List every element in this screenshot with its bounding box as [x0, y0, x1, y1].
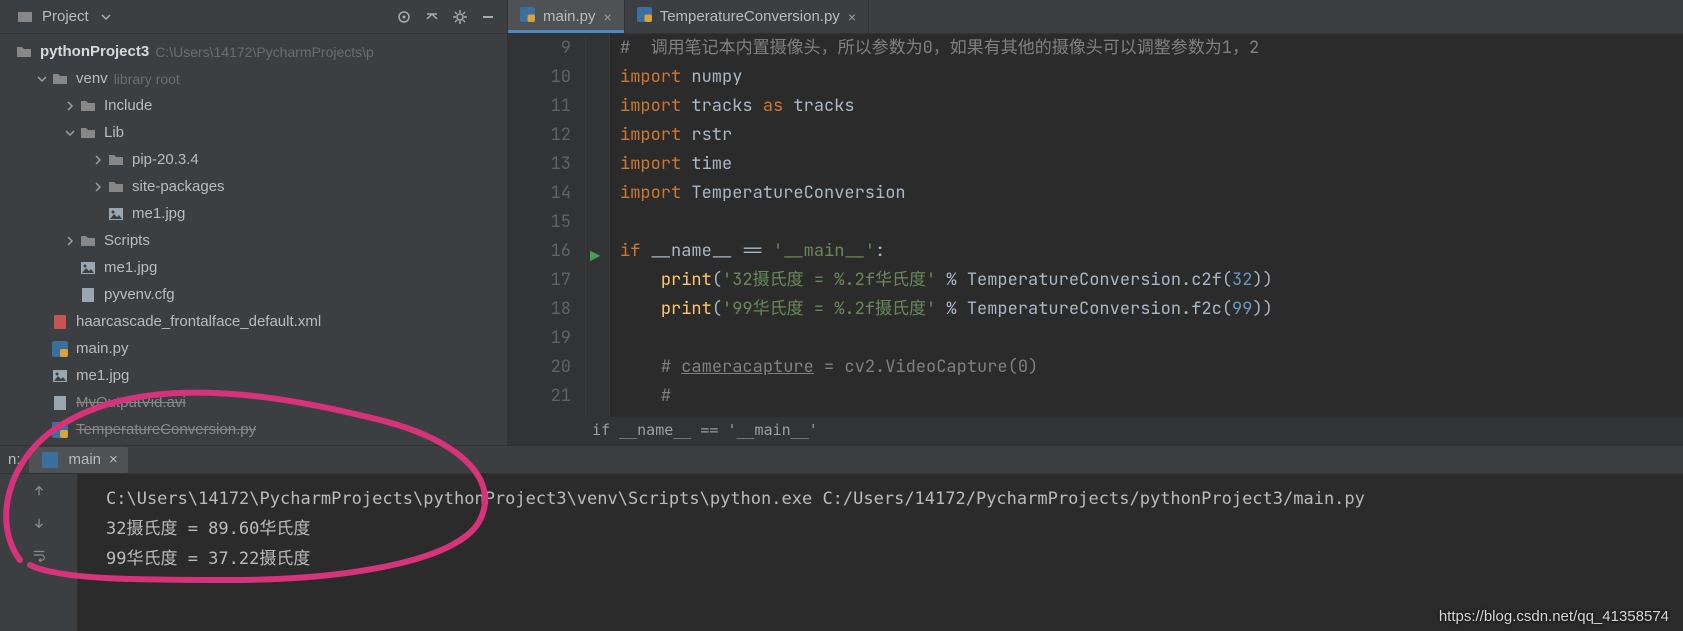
caret-icon[interactable] — [90, 154, 106, 166]
editor-area: main.py × TemperatureConversion.py × 910111… — [508, 0, 1683, 445]
caret-icon[interactable] — [62, 127, 78, 139]
image-icon — [106, 206, 126, 222]
folder-icon — [106, 179, 126, 195]
folder-icon — [50, 71, 70, 87]
code-editor[interactable]: # 调用笔记本内置摄像头，所以参数为0，如果有其他的摄像头可以调整参数为1，2i… — [610, 34, 1683, 417]
editor-tab[interactable]: TemperatureConversion.py × — [625, 0, 869, 33]
tree-item[interactable]: me1.jpg — [0, 200, 507, 227]
python-icon — [50, 422, 70, 438]
watermark: https://blog.csdn.net/qq_41358574 — [1439, 608, 1669, 625]
tree-item[interactable]: pip-20.3.4 — [0, 146, 507, 173]
folder-icon — [78, 233, 98, 249]
python-file-icon — [39, 449, 61, 471]
tree-item[interactable]: Include — [0, 92, 507, 119]
hide-icon[interactable] — [477, 6, 499, 28]
soft-wrap-icon[interactable] — [28, 544, 50, 566]
gear-icon[interactable] — [449, 6, 471, 28]
file-icon — [50, 395, 70, 411]
caret-icon[interactable] — [34, 73, 50, 85]
caret-icon[interactable] — [62, 235, 78, 247]
tree-item[interactable]: TemperatureConversion.py — [0, 416, 507, 443]
tree-root-name: pythonProject3 — [40, 43, 149, 60]
run-tool-window: n: main × C:\Users\14172\PycharmProjects… — [0, 445, 1683, 631]
tree-item[interactable]: site-packages — [0, 173, 507, 200]
arrow-up-icon[interactable] — [28, 480, 50, 502]
tree-root-path: C:\Users\14172\PycharmProjects\p — [155, 44, 374, 60]
tree-item[interactable]: haarcascade_frontalface_default.xml — [0, 308, 507, 335]
line-gutter: 9101112131415161718192021 — [508, 34, 586, 417]
tree-item-label: TemperatureConversion.py — [76, 421, 256, 438]
tree-item-label: haarcascade_frontalface_default.xml — [76, 313, 321, 330]
run-prefix: n: — [8, 451, 21, 468]
run-line-marker-icon[interactable]: ▶ — [590, 243, 600, 272]
close-icon[interactable]: × — [848, 9, 856, 25]
tree-item-label: Include — [104, 97, 152, 114]
editor-tab[interactable]: main.py × — [508, 0, 625, 33]
run-tab[interactable]: main × — [29, 447, 128, 473]
editor-tab-label: TemperatureConversion.py — [660, 8, 840, 25]
python-file-icon — [637, 7, 652, 26]
arrow-down-icon[interactable] — [28, 512, 50, 534]
folder-icon — [78, 98, 98, 114]
tree-item-label: pip-20.3.4 — [132, 151, 199, 168]
close-icon[interactable]: × — [604, 9, 612, 25]
folder-icon — [106, 152, 126, 168]
close-icon[interactable]: × — [109, 451, 118, 468]
project-icon — [14, 6, 36, 28]
project-header: Project — [0, 0, 507, 34]
dropdown-icon[interactable] — [95, 6, 117, 28]
tree-item[interactable]: pyvenv.cfg — [0, 281, 507, 308]
tree-root[interactable]: pythonProject3 C:\Users\14172\PycharmPro… — [0, 38, 507, 65]
tree-item-label: pyvenv.cfg — [104, 286, 175, 303]
run-tabbar: n: main × — [0, 446, 1683, 474]
tree-item[interactable]: Scripts — [0, 227, 507, 254]
editor-tab-label: main.py — [543, 8, 596, 25]
locate-icon[interactable] — [393, 6, 415, 28]
python-icon — [50, 341, 70, 357]
tree-item[interactable]: venv library root — [0, 65, 507, 92]
caret-icon[interactable] — [62, 100, 78, 112]
editor-tabs: main.py × TemperatureConversion.py × — [508, 0, 1683, 34]
tree-item[interactable]: me1.jpg — [0, 362, 507, 389]
run-gutter[interactable]: ▶ — [586, 34, 610, 417]
run-tab-label: main — [69, 451, 102, 468]
tree-item-label: site-packages — [132, 178, 225, 195]
tree-item-label: me1.jpg — [76, 367, 129, 384]
tree-item-label: Lib — [104, 124, 124, 141]
tree-item[interactable]: me1.jpg — [0, 254, 507, 281]
project-tree[interactable]: pythonProject3 C:\Users\14172\PycharmPro… — [0, 34, 507, 445]
tree-item-label: me1.jpg — [132, 205, 185, 222]
collapse-all-icon[interactable] — [421, 6, 443, 28]
tree-item-label: venv — [76, 70, 108, 87]
tree-item-hint: library root — [114, 71, 180, 87]
tree-item-label: Scripts — [104, 232, 150, 249]
tree-item-label: me1.jpg — [104, 259, 157, 276]
xml-icon — [50, 314, 70, 330]
project-tool-window: Project — [0, 0, 508, 445]
run-toolbar — [0, 474, 78, 631]
caret-icon[interactable] — [90, 181, 106, 193]
tree-item[interactable]: MyOutputVid.avi — [0, 389, 507, 416]
tree-item[interactable]: Lib — [0, 119, 507, 146]
project-title: Project — [42, 8, 89, 25]
python-file-icon — [520, 7, 535, 26]
image-icon — [78, 260, 98, 276]
file-icon — [78, 287, 98, 303]
tree-item[interactable]: main.py — [0, 335, 507, 362]
breadcrumb[interactable]: if __name__ == '__main__' — [508, 417, 1683, 445]
tree-item-label: main.py — [76, 340, 129, 357]
image-icon — [50, 368, 70, 384]
folder-icon — [78, 125, 98, 141]
tree-item-label: MyOutputVid.avi — [76, 394, 186, 411]
